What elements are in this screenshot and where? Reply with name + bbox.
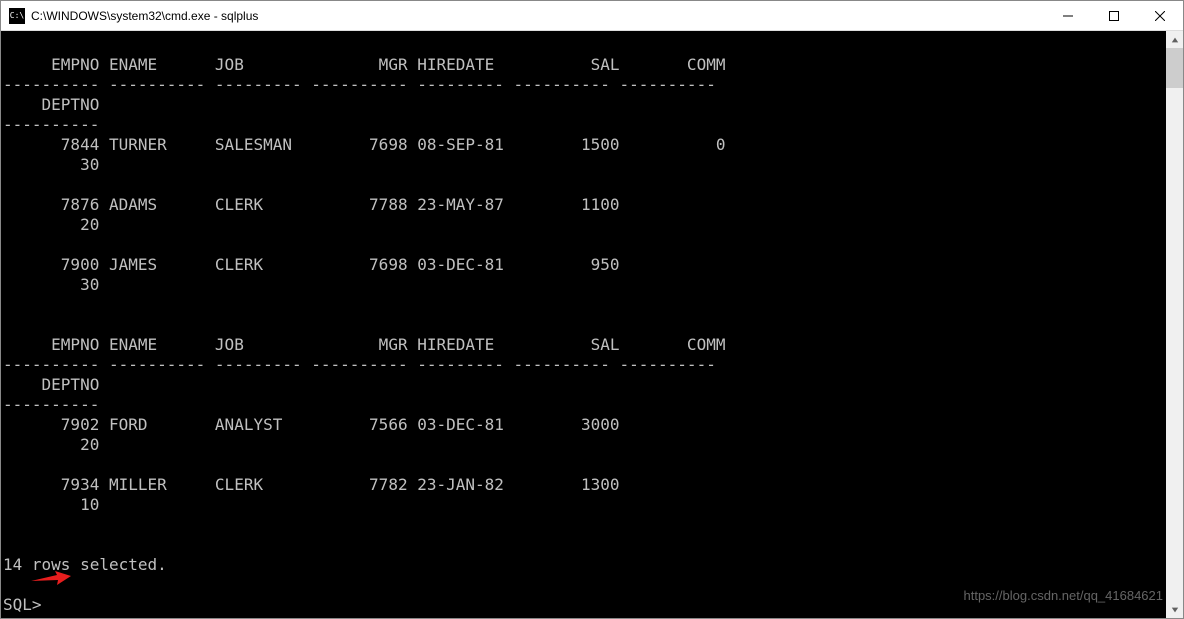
scroll-up-button[interactable] xyxy=(1166,31,1183,48)
vertical-scrollbar[interactable] xyxy=(1166,31,1183,618)
close-button[interactable] xyxy=(1137,1,1183,31)
window-title: C:\WINDOWS\system32\cmd.exe - sqlplus xyxy=(31,9,1045,23)
scroll-down-button[interactable] xyxy=(1166,601,1183,618)
terminal-output[interactable]: EMPNO ENAME JOB MGR HIREDATE SAL COMM --… xyxy=(1,31,1166,618)
terminal-wrapper: EMPNO ENAME JOB MGR HIREDATE SAL COMM --… xyxy=(1,31,1183,618)
maximize-button[interactable] xyxy=(1091,1,1137,31)
cmd-icon: C:\ xyxy=(9,8,25,24)
minimize-button[interactable] xyxy=(1045,1,1091,31)
window-controls xyxy=(1045,1,1183,31)
scroll-thumb[interactable] xyxy=(1166,48,1183,88)
titlebar[interactable]: C:\ C:\WINDOWS\system32\cmd.exe - sqlplu… xyxy=(1,1,1183,31)
cmd-window: C:\ C:\WINDOWS\system32\cmd.exe - sqlplu… xyxy=(0,0,1184,619)
